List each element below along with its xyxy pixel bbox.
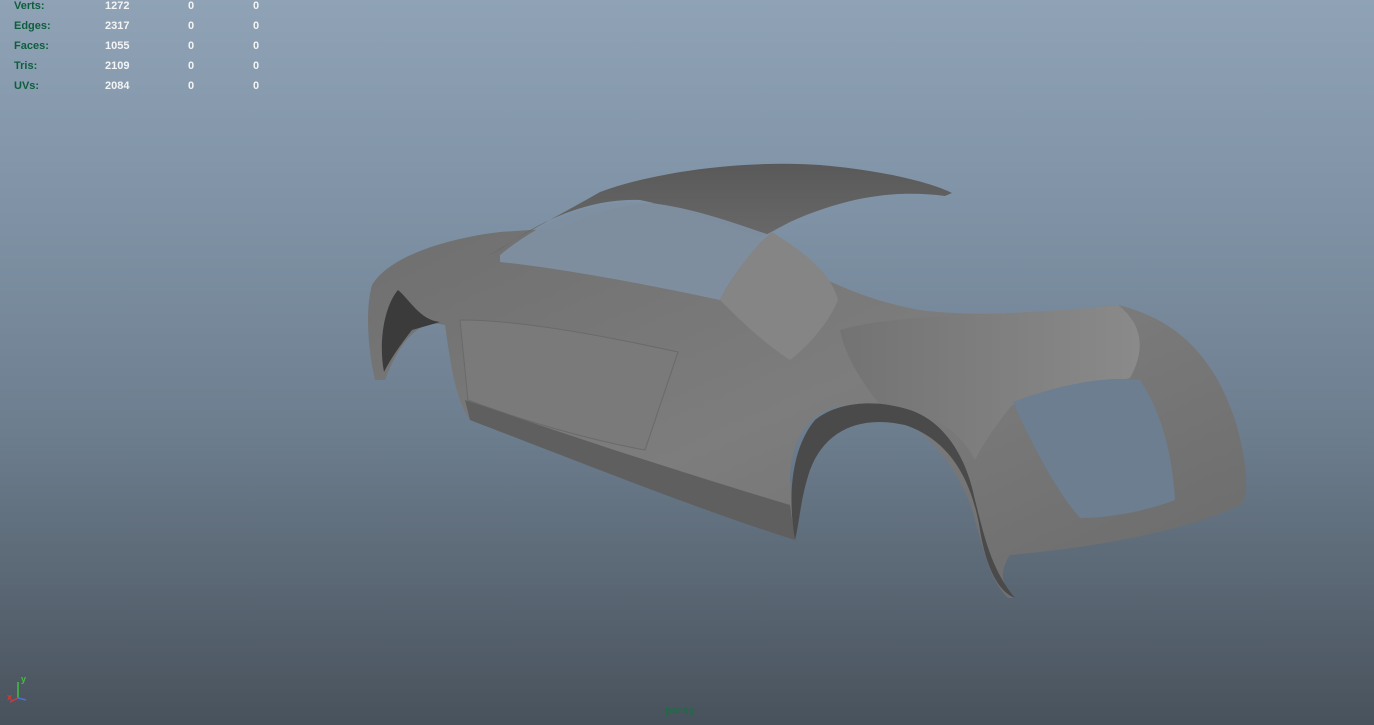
- car-body-model[interactable]: [0, 0, 1374, 725]
- axis-x-label: x: [7, 692, 12, 702]
- axis-y-label: y: [21, 674, 26, 684]
- axis-gizmo-icon: y x: [7, 674, 27, 703]
- perspective-viewport[interactable]: Verts: 1272 0 0 Edges: 2317 0 0 Faces: 1…: [0, 0, 1374, 725]
- camera-name-label: persp: [665, 705, 695, 717]
